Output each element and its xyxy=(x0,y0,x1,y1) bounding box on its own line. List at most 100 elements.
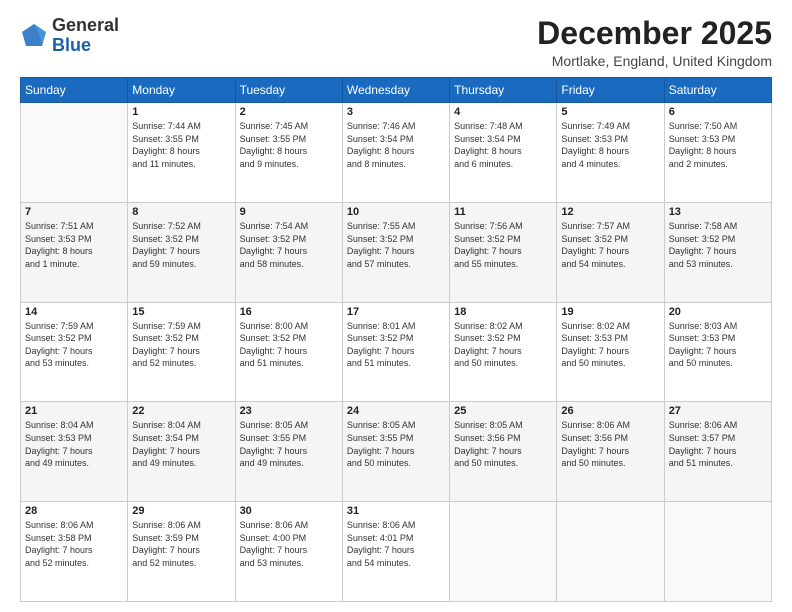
day-info: Sunrise: 7:50 AMSunset: 3:53 PMDaylight:… xyxy=(669,120,767,170)
day-number: 26 xyxy=(561,405,659,417)
day-info: Sunrise: 8:03 AMSunset: 3:53 PMDaylight:… xyxy=(669,320,767,370)
calendar-cell: 21 Sunrise: 8:04 AMSunset: 3:53 PMDayligh… xyxy=(21,402,128,502)
calendar-cell: 14 Sunrise: 7:59 AMSunset: 3:52 PMDayligh… xyxy=(21,302,128,402)
day-number: 24 xyxy=(347,405,445,417)
day-info: Sunrise: 7:58 AMSunset: 3:52 PMDaylight:… xyxy=(669,220,767,270)
calendar-cell xyxy=(450,502,557,602)
day-info: Sunrise: 8:05 AMSunset: 3:55 PMDaylight:… xyxy=(240,419,338,469)
day-info: Sunrise: 7:59 AMSunset: 3:52 PMDaylight:… xyxy=(132,320,230,370)
day-info: Sunrise: 8:02 AMSunset: 3:52 PMDaylight:… xyxy=(454,320,552,370)
day-number: 11 xyxy=(454,206,552,218)
day-number: 9 xyxy=(240,206,338,218)
calendar-cell: 24 Sunrise: 8:05 AMSunset: 3:55 PMDayligh… xyxy=(342,402,449,502)
day-number: 23 xyxy=(240,405,338,417)
day-number: 6 xyxy=(669,106,767,118)
calendar-cell: 26 Sunrise: 8:06 AMSunset: 3:56 PMDayligh… xyxy=(557,402,664,502)
calendar-cell: 1Sunrise: 7:44 AMSunset: 3:55 PMDaylight… xyxy=(128,103,235,203)
calendar-cell: 13Sunrise: 7:58 AMSunset: 3:52 PMDayligh… xyxy=(664,202,771,302)
day-info: Sunrise: 7:56 AMSunset: 3:52 PMDaylight:… xyxy=(454,220,552,270)
weekday-header-friday: Friday xyxy=(557,78,664,103)
day-number: 10 xyxy=(347,206,445,218)
calendar-cell xyxy=(557,502,664,602)
calendar-week-row: 28 Sunrise: 8:06 AMSunset: 3:58 PMDayligh… xyxy=(21,502,772,602)
weekday-header-thursday: Thursday xyxy=(450,78,557,103)
calendar-cell: 28 Sunrise: 8:06 AMSunset: 3:58 PMDayligh… xyxy=(21,502,128,602)
day-info: Sunrise: 7:55 AMSunset: 3:52 PMDaylight:… xyxy=(347,220,445,270)
day-number: 20 xyxy=(669,306,767,318)
calendar-cell: 16 Sunrise: 8:00 AMSunset: 3:52 PMDayligh… xyxy=(235,302,342,402)
day-info: Sunrise: 7:54 AMSunset: 3:52 PMDaylight:… xyxy=(240,220,338,270)
day-number: 16 xyxy=(240,306,338,318)
day-number: 1 xyxy=(132,106,230,118)
calendar-cell: 8Sunrise: 7:52 AMSunset: 3:52 PMDaylight… xyxy=(128,202,235,302)
day-number: 5 xyxy=(561,106,659,118)
day-info: Sunrise: 8:06 AMSunset: 3:58 PMDaylight:… xyxy=(25,519,123,569)
day-number: 7 xyxy=(25,206,123,218)
calendar-week-row: 14 Sunrise: 7:59 AMSunset: 3:52 PMDayligh… xyxy=(21,302,772,402)
month-title: December 2025 xyxy=(537,16,772,51)
calendar-cell: 25 Sunrise: 8:05 AMSunset: 3:56 PMDayligh… xyxy=(450,402,557,502)
calendar-week-row: 21 Sunrise: 8:04 AMSunset: 3:53 PMDayligh… xyxy=(21,402,772,502)
calendar-cell: 7 Sunrise: 7:51 AMSunset: 3:53 PMDaylight… xyxy=(21,202,128,302)
day-info: Sunrise: 8:05 AMSunset: 3:55 PMDaylight:… xyxy=(347,419,445,469)
weekday-header-sunday: Sunday xyxy=(21,78,128,103)
calendar-cell: 22Sunrise: 8:04 AMSunset: 3:54 PMDayligh… xyxy=(128,402,235,502)
day-number: 27 xyxy=(669,405,767,417)
day-number: 22 xyxy=(132,405,230,417)
day-info: Sunrise: 8:06 AMSunset: 3:57 PMDaylight:… xyxy=(669,419,767,469)
logo-icon xyxy=(20,22,48,50)
day-info: Sunrise: 7:49 AMSunset: 3:53 PMDaylight:… xyxy=(561,120,659,170)
calendar-table: SundayMondayTuesdayWednesdayThursdayFrid… xyxy=(20,77,772,602)
calendar-cell: 11 Sunrise: 7:56 AMSunset: 3:52 PMDayligh… xyxy=(450,202,557,302)
day-number: 14 xyxy=(25,306,123,318)
calendar-cell: 5 Sunrise: 7:49 AMSunset: 3:53 PMDaylight… xyxy=(557,103,664,203)
calendar-cell: 10 Sunrise: 7:55 AMSunset: 3:52 PMDayligh… xyxy=(342,202,449,302)
calendar-cell: 2Sunrise: 7:45 AMSunset: 3:55 PMDaylight… xyxy=(235,103,342,203)
day-number: 21 xyxy=(25,405,123,417)
location-subtitle: Mortlake, England, United Kingdom xyxy=(537,53,772,69)
day-info: Sunrise: 8:06 AMSunset: 3:56 PMDaylight:… xyxy=(561,419,659,469)
weekday-header-saturday: Saturday xyxy=(664,78,771,103)
day-info: Sunrise: 7:59 AMSunset: 3:52 PMDaylight:… xyxy=(25,320,123,370)
calendar-cell: 31 Sunrise: 8:06 AMSunset: 4:01 PMDayligh… xyxy=(342,502,449,602)
day-number: 28 xyxy=(25,505,123,517)
day-info: Sunrise: 7:48 AMSunset: 3:54 PMDaylight:… xyxy=(454,120,552,170)
day-info: Sunrise: 8:00 AMSunset: 3:52 PMDaylight:… xyxy=(240,320,338,370)
logo-general: General xyxy=(52,15,119,35)
day-info: Sunrise: 7:51 AMSunset: 3:53 PMDaylight:… xyxy=(25,220,123,270)
header: General Blue December 2025 Mortlake, Eng… xyxy=(20,16,772,69)
calendar-cell: 20 Sunrise: 8:03 AMSunset: 3:53 PMDayligh… xyxy=(664,302,771,402)
calendar-cell: 19Sunrise: 8:02 AMSunset: 3:53 PMDayligh… xyxy=(557,302,664,402)
calendar-week-row: 1Sunrise: 7:44 AMSunset: 3:55 PMDaylight… xyxy=(21,103,772,203)
calendar-cell: 15 Sunrise: 7:59 AMSunset: 3:52 PMDayligh… xyxy=(128,302,235,402)
day-info: Sunrise: 7:57 AMSunset: 3:52 PMDaylight:… xyxy=(561,220,659,270)
logo: General Blue xyxy=(20,16,119,56)
day-info: Sunrise: 7:45 AMSunset: 3:55 PMDaylight:… xyxy=(240,120,338,170)
day-number: 12 xyxy=(561,206,659,218)
day-number: 25 xyxy=(454,405,552,417)
day-number: 3 xyxy=(347,106,445,118)
day-info: Sunrise: 8:02 AMSunset: 3:53 PMDaylight:… xyxy=(561,320,659,370)
day-number: 31 xyxy=(347,505,445,517)
day-number: 18 xyxy=(454,306,552,318)
calendar-cell: 12 Sunrise: 7:57 AMSunset: 3:52 PMDayligh… xyxy=(557,202,664,302)
calendar-cell: 29Sunrise: 8:06 AMSunset: 3:59 PMDayligh… xyxy=(128,502,235,602)
calendar-cell: 9 Sunrise: 7:54 AMSunset: 3:52 PMDaylight… xyxy=(235,202,342,302)
day-number: 30 xyxy=(240,505,338,517)
calendar-cell xyxy=(664,502,771,602)
weekday-header-wednesday: Wednesday xyxy=(342,78,449,103)
day-info: Sunrise: 8:05 AMSunset: 3:56 PMDaylight:… xyxy=(454,419,552,469)
day-number: 15 xyxy=(132,306,230,318)
day-info: Sunrise: 7:46 AMSunset: 3:54 PMDaylight:… xyxy=(347,120,445,170)
calendar-cell: 27 Sunrise: 8:06 AMSunset: 3:57 PMDayligh… xyxy=(664,402,771,502)
day-info: Sunrise: 8:06 AMSunset: 4:01 PMDaylight:… xyxy=(347,519,445,569)
page: General Blue December 2025 Mortlake, Eng… xyxy=(0,0,792,612)
logo-blue: Blue xyxy=(52,35,91,55)
day-number: 29 xyxy=(132,505,230,517)
day-info: Sunrise: 7:52 AMSunset: 3:52 PMDaylight:… xyxy=(132,220,230,270)
day-info: Sunrise: 8:01 AMSunset: 3:52 PMDaylight:… xyxy=(347,320,445,370)
day-number: 17 xyxy=(347,306,445,318)
weekday-header-tuesday: Tuesday xyxy=(235,78,342,103)
day-info: Sunrise: 8:06 AMSunset: 4:00 PMDaylight:… xyxy=(240,519,338,569)
day-info: Sunrise: 8:04 AMSunset: 3:53 PMDaylight:… xyxy=(25,419,123,469)
